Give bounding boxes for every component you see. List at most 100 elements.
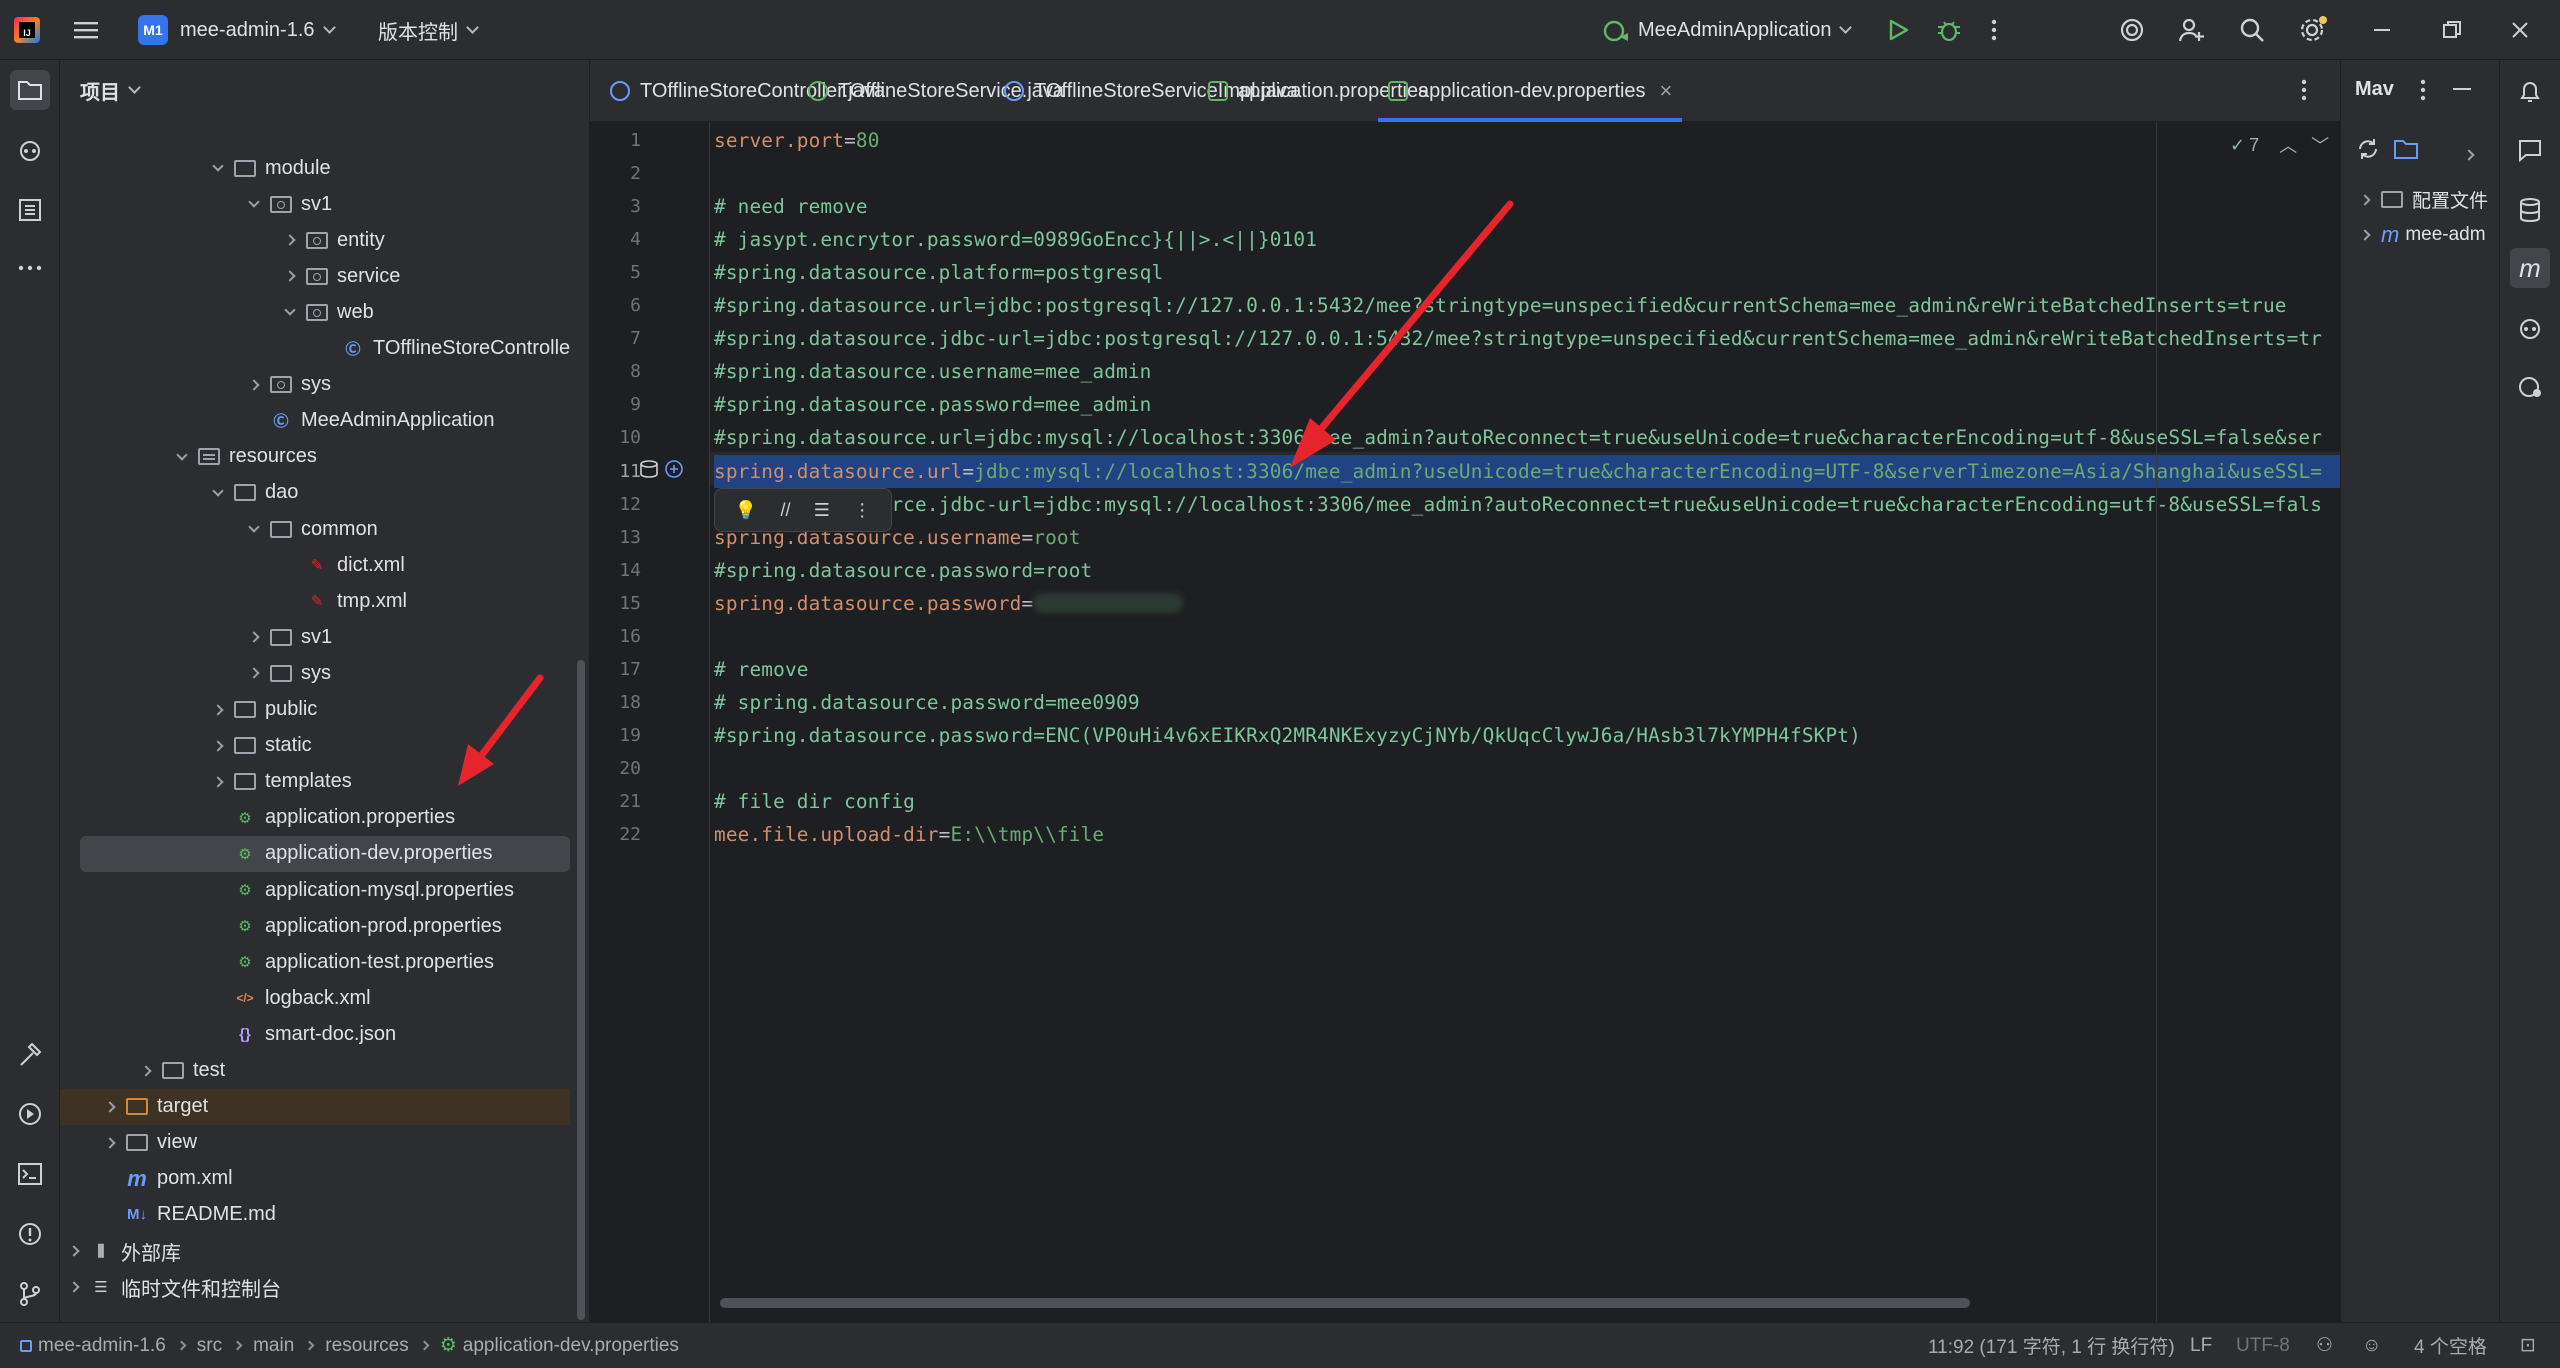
run-config-selector[interactable]: MeeAdminApplication xyxy=(1602,0,1853,60)
copilot-chat-button[interactable] xyxy=(2510,308,2550,348)
chevron-down-icon[interactable] xyxy=(248,196,260,208)
maven-tree-item[interactable]: m mee-adm xyxy=(2359,222,2486,248)
chevron-right-icon[interactable] xyxy=(104,1137,116,1149)
run-tool-button[interactable] xyxy=(10,1094,50,1134)
code-area[interactable]: server.port = 80 # need remove # jasypt.encr… xyxy=(714,122,2340,1322)
project-panel-header[interactable]: 项目 xyxy=(60,60,589,120)
tree-item[interactable]: ⚙ application.properties xyxy=(60,800,570,836)
database-button[interactable] xyxy=(2510,190,2550,230)
code-line[interactable]: spring.datasource.username = root xyxy=(714,521,2340,554)
breadcrumb-item[interactable]: src xyxy=(197,1335,222,1357)
chevron-down-icon[interactable] xyxy=(212,160,224,172)
chevron-right-icon[interactable] xyxy=(104,1100,116,1113)
tree-item[interactable]: sys xyxy=(60,655,570,691)
line-number-gutter[interactable]: 1 2 3 4 5 6 7 8 9 10 11 12 13 14 15 16 17 18 19 20 21 22 xyxy=(590,122,710,1322)
chevron-down-icon[interactable] xyxy=(212,485,224,497)
code-line[interactable]: #spring.datasource.password=root xyxy=(714,554,2340,587)
code-line[interactable]: server.port = 80 xyxy=(714,124,2340,157)
chevron-right-icon[interactable] xyxy=(212,739,224,752)
tree-item[interactable]: view xyxy=(60,1125,570,1161)
tree-item[interactable]: sys xyxy=(60,367,570,403)
tree-item[interactable]: ✎ dict.xml xyxy=(60,547,570,583)
tree-item[interactable]: target xyxy=(60,1088,570,1125)
breadcrumb-item[interactable]: application-dev.properties xyxy=(463,1335,679,1357)
code-line[interactable]: #spring.datasource.url=jdbc:mysql://loca… xyxy=(714,421,2340,454)
chevron-right-icon[interactable] xyxy=(248,667,260,680)
tree-item[interactable]: ⚙ application-mysql.properties xyxy=(60,872,570,908)
chevron-right-icon[interactable] xyxy=(284,234,296,246)
vcs-menu[interactable]: 版本控制 xyxy=(378,0,479,60)
indent-setting[interactable]: 4 个空格 xyxy=(2414,1332,2487,1359)
datasource-icon[interactable] xyxy=(638,459,660,485)
code-line[interactable]: # spring.datasource.password=mee0909 xyxy=(714,686,2340,719)
breadcrumb-item[interactable]: resources xyxy=(325,1335,408,1357)
structure-tool-button[interactable] xyxy=(10,190,50,230)
chevron-right-icon[interactable] xyxy=(2463,142,2485,165)
main-menu-button[interactable] xyxy=(72,0,100,60)
code-line[interactable]: #spring.datasource.password=mee_admin xyxy=(714,388,2340,421)
tree-item[interactable]: test xyxy=(60,1053,570,1089)
close-icon[interactable]: × xyxy=(1660,78,1673,104)
settings-button[interactable] xyxy=(2298,0,2328,60)
maven-tool-button[interactable]: m xyxy=(2510,248,2550,288)
close-window-button[interactable] xyxy=(2510,0,2530,60)
tree-item[interactable]: ⫼ 外部库 xyxy=(60,1233,570,1269)
code-line[interactable]: #spring.datasource.username=mee_admin xyxy=(714,355,2340,388)
git-tool-button[interactable] xyxy=(10,1274,50,1314)
code-line[interactable] xyxy=(714,620,2340,653)
reformat-icon[interactable]: ☰ xyxy=(814,500,830,521)
project-switcher[interactable]: M1 mee-admin-1.6 xyxy=(138,0,336,60)
chevron-right-icon[interactable] xyxy=(68,1245,80,1257)
code-line[interactable]: spring.datasource.password = xyxy=(714,587,2340,620)
tree-item[interactable]: {} smart-doc.json xyxy=(60,1016,570,1052)
maven-add-button[interactable] xyxy=(2393,136,2419,168)
editor-tab[interactable]: application-dev.properties × xyxy=(1378,60,1683,122)
breadcrumb-item[interactable]: mee-admin-1.6 xyxy=(38,1335,166,1357)
code-line[interactable]: #spring.datasource.url=jdbc:postgresql:/… xyxy=(714,289,2340,322)
git-status-icon[interactable]: ⚇ xyxy=(2316,1334,2333,1357)
line-separator[interactable]: LF xyxy=(2190,1335,2212,1357)
tree-item[interactable]: entity xyxy=(60,222,570,258)
build-tool-button[interactable] xyxy=(10,1036,50,1076)
tree-item[interactable]: web xyxy=(60,294,570,330)
copilot-status-icon[interactable]: ☺ xyxy=(2362,1335,2381,1357)
code-line[interactable] xyxy=(714,752,2340,785)
minimize-button[interactable] xyxy=(2372,0,2392,60)
project-tool-button[interactable] xyxy=(10,70,50,110)
code-editor[interactable]: 1 2 3 4 5 6 7 8 9 10 11 12 13 14 15 16 17 18 19 20 21 22 serv… xyxy=(590,122,2340,1322)
tree-item[interactable]: dao xyxy=(60,475,570,511)
chevron-right-icon[interactable] xyxy=(248,631,260,643)
code-line[interactable]: # file dir config xyxy=(714,785,2340,818)
commit-tool-button[interactable] xyxy=(10,130,50,170)
code-line-selected[interactable]: spring.datasource.url = jdbc:mysql://local… xyxy=(714,454,2340,488)
tree-item[interactable]: public xyxy=(60,692,570,728)
tab-list-button[interactable] xyxy=(2300,78,2308,108)
lightbulb-icon[interactable]: 💡 xyxy=(735,500,757,521)
chevron-right-icon[interactable] xyxy=(140,1064,152,1077)
run-button[interactable] xyxy=(1886,0,1910,60)
tree-item[interactable]: static xyxy=(60,728,570,764)
tree-item[interactable]: templates xyxy=(60,764,570,800)
code-with-me-button[interactable] xyxy=(2178,0,2206,60)
copilot-agent-button[interactable] xyxy=(2510,366,2550,406)
tree-item[interactable]: sv1 xyxy=(60,619,570,655)
tree-item[interactable]: Ⓒ MeeAdminApplication xyxy=(60,403,570,439)
more-tools-button[interactable] xyxy=(10,248,50,288)
code-line[interactable]: #spring.datasource.platform=postgresql xyxy=(714,256,2340,289)
code-line[interactable]: #spring.datasource.jdbc-url=jdbc:mysql:/… xyxy=(714,488,2340,521)
project-scrollbar[interactable] xyxy=(577,660,585,1320)
code-line[interactable] xyxy=(714,157,2340,190)
caret-position[interactable]: 11:92 (171 字符, 1 行 换行符) xyxy=(1928,1332,2175,1359)
chevron-right-icon[interactable] xyxy=(68,1281,80,1293)
chevron-down-icon[interactable] xyxy=(176,449,188,461)
chevron-up-icon[interactable]: ︿ xyxy=(2279,132,2297,158)
comment-toggle-icon[interactable]: // xyxy=(780,500,790,521)
tree-item[interactable]: common xyxy=(60,511,570,547)
maven-tree-item[interactable]: 配置文件 xyxy=(2359,186,2488,213)
maven-reload-button[interactable] xyxy=(2355,136,2381,168)
notifications-button[interactable] xyxy=(2510,72,2550,112)
chevron-down-icon[interactable]: ﹀ xyxy=(2311,132,2329,158)
search-everywhere-button[interactable] xyxy=(2238,0,2266,60)
code-line[interactable]: #spring.datasource.password=ENC(VP0uHi4v… xyxy=(714,719,2340,752)
tree-item[interactable]: sv1 xyxy=(60,186,570,222)
